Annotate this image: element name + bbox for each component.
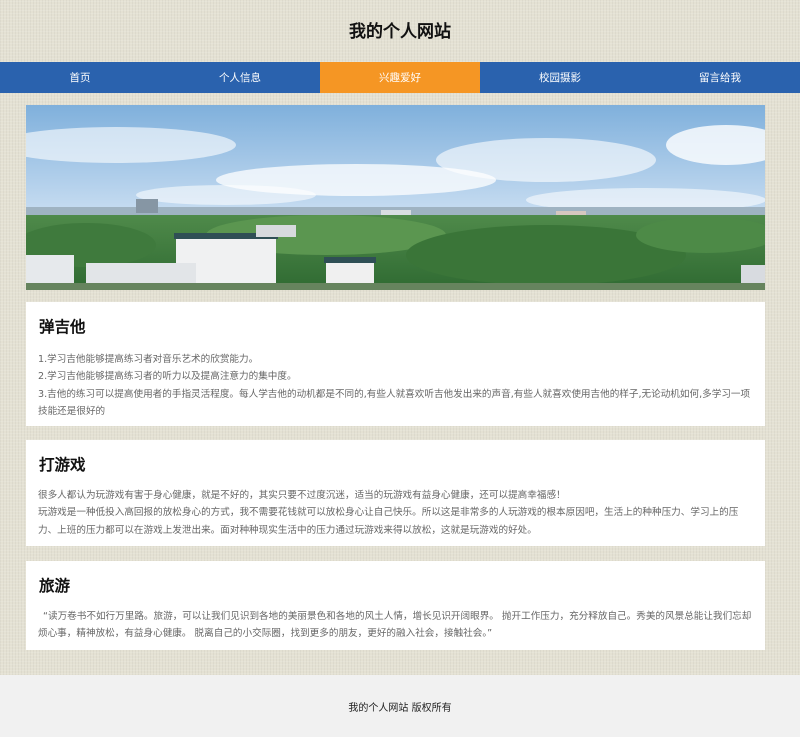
- section-line: 1.学习吉他能够提高练习者对音乐艺术的欣赏能力。: [38, 354, 259, 365]
- section-title: 弹吉他: [39, 318, 86, 336]
- section-body: 很多人都认为玩游戏有害于身心健康，就是不好的，其实只要不过度沉迷，适当的玩游戏有…: [38, 487, 753, 539]
- nav-item-hobbies[interactable]: 兴趣爱好: [320, 62, 480, 93]
- section-line: 3.吉他的练习可以提高使用者的手指灵活程度。每人学吉他的动机都是不同的,有些人就…: [38, 388, 751, 417]
- site-title: 我的个人网站: [349, 21, 451, 42]
- site-header: 我的个人网站: [0, 0, 800, 62]
- section-line: “读万卷书不如行万里路。旅游，可以让我们见识到各地的美丽景色和各地的风土人情，增…: [38, 611, 752, 640]
- section-travel: 旅游 “读万卷书不如行万里路。旅游，可以让我们见识到各地的美丽景色和各地的风土人…: [26, 561, 765, 650]
- section-title: 打游戏: [39, 456, 86, 474]
- section-title: 旅游: [39, 577, 71, 595]
- section-line: 2.学习吉他能够提高练习者的听力以及提高注意力的集中度。: [38, 371, 297, 383]
- section-line: 玩游戏是一种低投入高回报的放松身心的方式，我不需要花钱就可以放松身心让自己快乐。…: [38, 507, 739, 536]
- main-nav: 首页 个人信息 兴趣爱好 校园摄影 留言给我: [0, 62, 800, 93]
- section-guitar: 弹吉他 1.学习吉他能够提高练习者对音乐艺术的欣赏能力。 2.学习吉他能够提高练…: [26, 302, 765, 426]
- nav-item-guestbook[interactable]: 留言给我: [640, 62, 800, 93]
- nav-item-campus-photos[interactable]: 校园摄影: [480, 62, 640, 93]
- nav-item-home[interactable]: 首页: [0, 62, 160, 93]
- nav-item-profile[interactable]: 个人信息: [160, 62, 320, 93]
- banner-image: [26, 105, 765, 290]
- section-body: 1.学习吉他能够提高练习者对音乐艺术的欣赏能力。 2.学习吉他能够提高练习者的听…: [38, 351, 753, 420]
- section-gaming: 打游戏 很多人都认为玩游戏有害于身心健康，就是不好的，其实只要不过度沉迷，适当的…: [26, 440, 765, 546]
- section-body: “读万卷书不如行万里路。旅游，可以让我们见识到各地的美丽景色和各地的风土人情，增…: [38, 608, 753, 643]
- site-footer: 我的个人网站 版权所有: [0, 675, 800, 737]
- section-line: 很多人都认为玩游戏有害于身心健康，就是不好的，其实只要不过度沉迷，适当的玩游戏有…: [38, 490, 566, 501]
- campus-panorama-image: [26, 105, 765, 290]
- footer-copyright: 我的个人网站 版权所有: [348, 702, 452, 714]
